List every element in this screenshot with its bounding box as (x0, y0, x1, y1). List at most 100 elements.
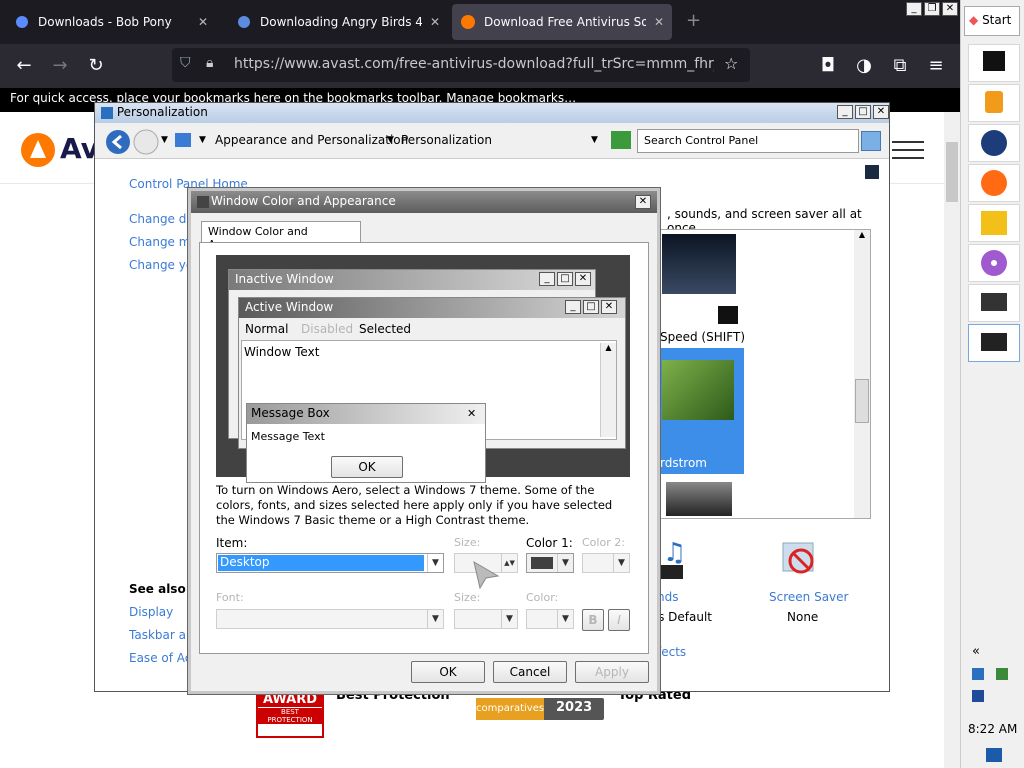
bookmark-star-icon[interactable]: ☆ (724, 54, 738, 73)
sounds-link[interactable]: nds (657, 590, 678, 604)
windows-logo-icon: ◆ (969, 13, 979, 27)
sidebar-link-3[interactable]: Change yc (129, 258, 192, 272)
tray-collapse[interactable]: « (972, 644, 980, 659)
page-scrollbar[interactable] (944, 112, 960, 768)
dialog-titlebar[interactable]: Window Color and Appearance (191, 191, 657, 213)
account-icon[interactable]: ◑ (852, 54, 876, 78)
breadcrumb-personalization[interactable]: Personalization (401, 133, 492, 147)
themes-scrollbar[interactable]: ▲ (854, 230, 870, 518)
search-icon[interactable] (861, 131, 881, 151)
tab-angry-birds[interactable]: Downloading Angry Birds 4.0 fr ✕ (228, 4, 448, 40)
menu-icon[interactable]: ≡ (924, 54, 948, 78)
ok-button[interactable]: OK (411, 661, 485, 683)
minimize-icon[interactable]: _ (837, 105, 853, 119)
chevron-down-icon: ▼ (501, 610, 517, 628)
personalization-titlebar[interactable]: Personalization (95, 103, 889, 123)
preview-menu-disabled: Disabled (301, 322, 354, 336)
mouse-cursor-icon (473, 560, 500, 590)
screen-saver-link[interactable]: Screen Saver (769, 590, 848, 604)
close-tab-icon[interactable]: ✕ (430, 15, 440, 29)
show-desktop-icon[interactable] (986, 748, 1002, 762)
tab-avast[interactable]: Download Free Antivirus Softwa ✕ (452, 4, 672, 40)
clock[interactable]: 8:22 AM (968, 722, 1017, 736)
help-icon[interactable] (865, 165, 879, 179)
color1-label: Color 1: (526, 536, 573, 550)
tab-downloads[interactable]: Downloads - Bob Pony ✕ (6, 4, 216, 40)
see-also-taskbar[interactable]: Taskbar ar (129, 628, 191, 642)
sidebar-link-1[interactable]: Change de (129, 212, 194, 226)
search-control-panel-input[interactable]: Search Control Panel (637, 129, 859, 153)
dock-item-media-player[interactable] (968, 84, 1020, 122)
lock-icon[interactable]: 🔒︎ (206, 55, 213, 71)
screen-saver-value: None (787, 610, 819, 624)
tab-window-color[interactable]: Window Color and Appearance (201, 221, 361, 251)
history-dropdown-icon[interactable]: ▼ (161, 135, 168, 145)
font-size-select[interactable]: ▼ (454, 609, 518, 629)
appearance-preview[interactable]: Inactive Window _ □ ✕ Active Window _ □ … (216, 255, 630, 483)
close-tab-icon[interactable]: ✕ (654, 15, 664, 29)
back-arrow-icon[interactable]: ← (12, 54, 36, 78)
dock-item-network[interactable] (968, 204, 1020, 242)
italic-button[interactable]: I (608, 609, 630, 631)
theme-thumbnail-speed[interactable] (662, 234, 736, 294)
preview-close-icon: ✕ (575, 272, 591, 286)
start-button[interactable]: ◆ Start (964, 6, 1020, 36)
forward-button-icon[interactable] (133, 129, 159, 155)
tab-panel: Inactive Window _ □ ✕ Active Window _ □ … (199, 242, 649, 654)
sounds-icon[interactable]: ♫ (657, 535, 689, 585)
breadcrumb-appearance[interactable]: Appearance and Personalization (215, 133, 408, 147)
personalization-window-controls: _ □ ✕ (837, 105, 889, 119)
site-menu-icon[interactable] (892, 138, 924, 159)
see-also-display[interactable]: Display (129, 605, 173, 619)
dock-item-window-1[interactable] (968, 284, 1020, 322)
refresh-icon[interactable] (611, 131, 631, 149)
dock-item-globe[interactable] (968, 124, 1020, 162)
restore-icon[interactable]: ❐ (924, 2, 940, 16)
theme-thumbnail-next[interactable] (666, 482, 732, 516)
extensions-icon[interactable]: ⧉ (888, 54, 912, 78)
apply-button[interactable]: Apply (575, 661, 649, 683)
screen-saver-icon[interactable] (779, 537, 821, 581)
effects-link[interactable]: fects (657, 645, 686, 659)
see-also-ease[interactable]: Ease of Ac (129, 651, 191, 665)
dock-item-window-2[interactable] (968, 324, 1020, 362)
cancel-button[interactable]: Cancel (493, 661, 567, 683)
maximize-icon[interactable]: □ (855, 105, 871, 119)
sidebar-link-2[interactable]: Change m (129, 235, 190, 249)
shield-icon[interactable]: ⛉ (180, 55, 191, 71)
breadcrumb-arrow-icon[interactable]: ▼ (199, 135, 206, 145)
item-select[interactable]: Desktop ▼ (216, 553, 444, 573)
close-tab-icon[interactable]: ✕ (198, 15, 208, 29)
font-color-picker[interactable]: ▼ (526, 609, 574, 629)
reload-icon[interactable]: ↻ (84, 54, 108, 78)
themes-list[interactable]: Speed (SHIFT) rdstrom ▲ (659, 229, 871, 519)
minimize-icon[interactable]: _ (906, 2, 922, 16)
theme-selected-tile[interactable]: rdstrom (660, 348, 744, 474)
preview-scrollbar: ▲ (600, 343, 616, 437)
address-dropdown-icon[interactable]: ▼ (591, 135, 598, 145)
dialog-close-icon[interactable]: ✕ (635, 195, 651, 209)
url-text[interactable]: https://www.avast.com/free-antivirus-dow… (234, 56, 714, 72)
dock-item-dvd[interactable] (968, 244, 1020, 282)
tray-volume-icon[interactable] (972, 690, 984, 702)
forward-arrow-icon[interactable]: → (48, 54, 72, 78)
color2-picker[interactable]: ▼ (582, 553, 630, 573)
comparatives-text: comparatives (476, 698, 544, 720)
tray-app-icon[interactable] (996, 668, 1008, 680)
dock-item-computer[interactable] (968, 44, 1020, 82)
back-button-icon[interactable] (105, 129, 131, 155)
color1-picker[interactable]: ▼ (526, 553, 574, 573)
tab-title: Downloading Angry Birds 4.0 fr (260, 15, 422, 29)
window-controls: _ ❐ ✕ (906, 2, 958, 16)
pocket-icon[interactable]: ◘ (816, 54, 840, 78)
tray-network-icon[interactable] (972, 668, 984, 680)
new-tab-button[interactable]: + (686, 10, 701, 31)
chevron-down-icon: ▼ (557, 610, 573, 628)
font-select[interactable]: ▼ (216, 609, 444, 629)
dock-item-firefox[interactable] (968, 164, 1020, 202)
bold-button[interactable]: B (582, 609, 604, 631)
close-icon[interactable]: ✕ (873, 105, 889, 119)
avast-logo-icon[interactable] (20, 132, 56, 168)
breadcrumb-arrow-icon[interactable]: ▼ (387, 135, 394, 145)
close-icon[interactable]: ✕ (942, 2, 958, 16)
